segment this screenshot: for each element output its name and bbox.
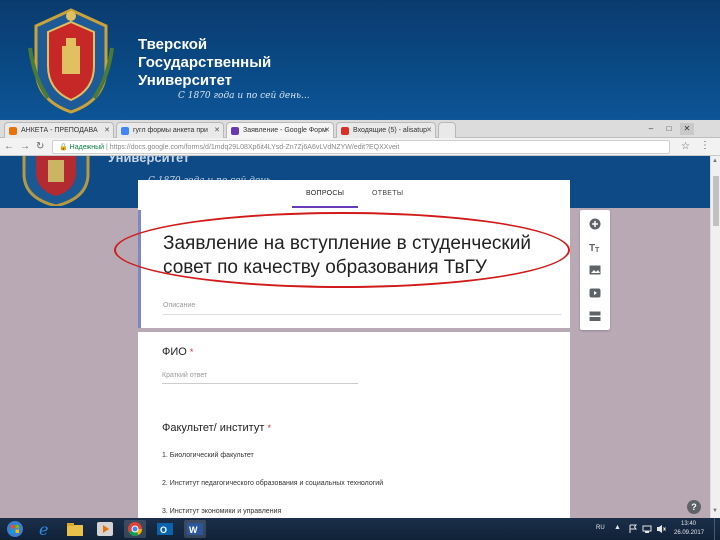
new-tab-button[interactable]: [438, 122, 456, 138]
action-center-flag-icon[interactable]: [628, 524, 638, 534]
tab-questions[interactable]: ВОПРОСЫ: [306, 190, 344, 197]
window-close-icon[interactable]: ✕: [680, 123, 694, 135]
active-tab-indicator: [292, 206, 358, 208]
short-answer-underline: [162, 383, 358, 384]
browser-menu-icon[interactable]: ⋮: [700, 140, 710, 151]
tab-label: гугл формы анкета при: [133, 127, 208, 134]
browser-tab-1[interactable]: АНКЕТА - ПРЕПОДАВА ✕: [4, 122, 114, 138]
add-title-icon[interactable]: T T: [589, 241, 601, 253]
scroll-down-icon[interactable]: ▼: [712, 508, 718, 514]
question-title-text: Факультет/ институт: [162, 422, 265, 434]
page-scrollbar[interactable]: ▲ ▼: [710, 156, 720, 518]
secure-label: Надежный: [69, 144, 105, 151]
minimize-icon[interactable]: –: [644, 123, 658, 135]
back-arrow-icon[interactable]: ←: [4, 141, 14, 152]
scroll-up-icon[interactable]: ▲: [712, 158, 718, 164]
browser-tab-2[interactable]: гугл формы анкета при ✕: [116, 122, 224, 138]
required-mark: *: [267, 423, 271, 433]
svg-text:W: W: [189, 525, 198, 535]
internet-explorer-icon[interactable]: e: [34, 520, 56, 538]
tray-expand-icon[interactable]: ▲: [614, 524, 621, 531]
windows-start-icon[interactable]: [4, 520, 26, 538]
questions-card[interactable]: ФИО * Краткий ответ Факультет/ институт …: [138, 332, 570, 518]
volume-icon[interactable]: [656, 524, 666, 534]
browser-tab-3[interactable]: Заявление - Google Форм ✕: [226, 122, 334, 138]
university-name: Тверской Государственный Университет: [138, 36, 271, 90]
browser-tab-4[interactable]: Входящие (5) - alisatup ✕: [336, 122, 436, 138]
add-image-icon[interactable]: [589, 264, 601, 276]
tab-answers[interactable]: ОТВЕТЫ: [372, 190, 403, 197]
close-tab-icon[interactable]: ✕: [426, 126, 432, 134]
svg-text:T: T: [595, 247, 600, 253]
university-banner: Тверской Государственный Университет С 1…: [0, 0, 720, 120]
tab-label: Входящие (5) - alisatup: [353, 127, 428, 134]
svg-text:e: e: [39, 520, 48, 538]
word-icon[interactable]: W: [184, 520, 206, 538]
chrome-icon[interactable]: [124, 520, 146, 538]
bookmark-star-icon[interactable]: ☆: [681, 141, 690, 152]
help-icon[interactable]: ?: [687, 500, 701, 514]
annotation-ellipse: [114, 212, 570, 288]
browser-toolbar: ← → ↻ 🔒 Надежный | https://docs.google.c…: [0, 138, 720, 156]
show-desktop-button[interactable]: [714, 518, 720, 540]
outlook-icon[interactable]: O: [154, 520, 176, 538]
forward-arrow-icon[interactable]: →: [20, 141, 30, 152]
tab-favicon-icon: [231, 127, 239, 135]
close-tab-icon[interactable]: ✕: [324, 126, 330, 134]
university-motto: С 1870 года и по сей день...: [178, 91, 310, 101]
address-bar[interactable]: 🔒 Надежный | https://docs.google.com/for…: [52, 140, 670, 154]
windows-taskbar: e O W RU ▲ 13:40 26.09.2017: [0, 518, 720, 540]
tab-favicon-icon: [9, 127, 17, 135]
network-icon[interactable]: [642, 524, 652, 534]
lock-icon: 🔒: [59, 144, 68, 151]
question-title-faculty: Факультет/ институт *: [162, 422, 271, 434]
form-side-toolbar: T T: [580, 210, 610, 330]
university-name-line2: Государственный: [138, 54, 272, 71]
media-player-icon[interactable]: [94, 520, 116, 538]
form-description-field[interactable]: Описание: [163, 302, 195, 309]
file-explorer-icon[interactable]: [64, 520, 86, 538]
reload-icon[interactable]: ↻: [36, 141, 44, 152]
language-indicator[interactable]: RU: [596, 525, 605, 531]
maximize-icon[interactable]: □: [662, 123, 676, 135]
tab-label: АНКЕТА - ПРЕПОДАВА: [21, 127, 98, 134]
clock-date[interactable]: 26.09.2017: [674, 530, 704, 536]
add-video-icon[interactable]: [589, 287, 601, 299]
university-name-line3: Университет: [138, 72, 232, 89]
short-answer-field[interactable]: Краткий ответ: [162, 372, 207, 379]
scroll-thumb[interactable]: [713, 176, 719, 226]
header-university-name: Университет: [108, 156, 190, 165]
browser-tabstrip: АНКЕТА - ПРЕПОДАВА ✕ гугл формы анкета п…: [0, 120, 720, 138]
question-title-fio: ФИО *: [162, 346, 193, 358]
tab-favicon-icon: [121, 127, 129, 135]
svg-text:O: O: [160, 525, 167, 535]
description-underline: [163, 314, 561, 315]
add-question-icon[interactable]: [589, 218, 601, 230]
question-title-text: ФИО: [162, 346, 187, 358]
tab-favicon-icon: [341, 127, 349, 135]
list-item[interactable]: 1. Биологический факультет: [162, 452, 254, 459]
university-crest-logo: [28, 8, 114, 114]
add-section-icon[interactable]: [589, 310, 601, 322]
clock-time[interactable]: 13:40: [681, 521, 696, 527]
url-text: https://docs.google.com/forms/d/1mdq29L0…: [109, 144, 400, 151]
list-item[interactable]: 2. Институт педагогического образования …: [162, 480, 383, 487]
header-crest-logo: [22, 156, 90, 206]
close-tab-icon[interactable]: ✕: [104, 126, 110, 134]
required-mark: *: [189, 347, 194, 357]
close-tab-icon[interactable]: ✕: [214, 126, 220, 134]
tab-label: Заявление - Google Форм: [243, 127, 327, 134]
university-name-line1: Тверской: [138, 36, 208, 53]
list-item[interactable]: 3. Институт экономики и управления: [162, 508, 281, 515]
